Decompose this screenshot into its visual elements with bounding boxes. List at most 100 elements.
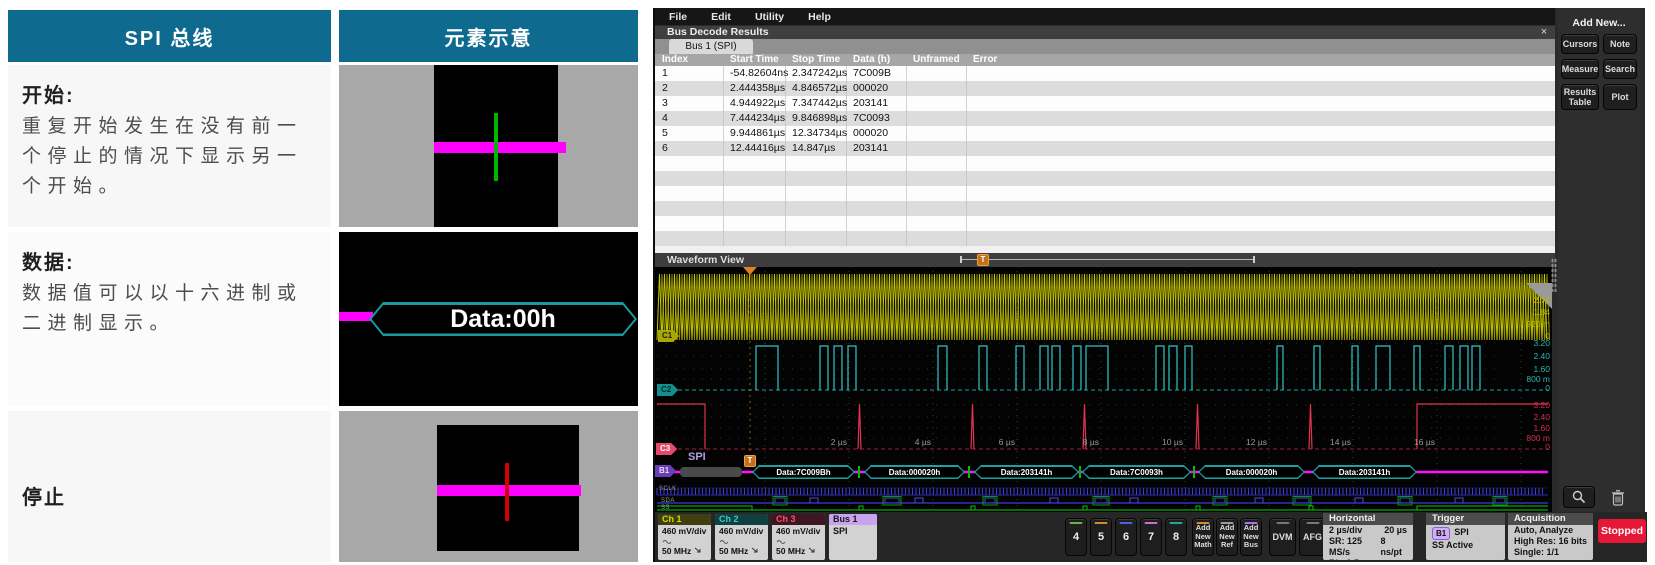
row-body: 重复开始发生在没有前一个停止的情况下显示另一个开始。 xyxy=(22,112,318,202)
stop-marker-red xyxy=(505,463,509,521)
time-tick: 6 µs xyxy=(985,437,1015,447)
add-new-ref-button[interactable]: Add New Ref xyxy=(1216,518,1238,556)
dvm-button[interactable]: DVM xyxy=(1269,518,1296,556)
oscilloscope-app: File Edit Utility Help Bus Decode Result… xyxy=(653,8,1645,562)
results-table-header: Index Start Time Stop Time Data (h) Unfr… xyxy=(655,54,1555,66)
minimap-left-bracket[interactable] xyxy=(960,256,962,263)
time-tick: 16 µs xyxy=(1405,437,1435,447)
scale-ch3: 800 m xyxy=(1506,434,1550,443)
bus-line-magenta xyxy=(434,142,566,153)
minimap-trigger-marker[interactable]: T xyxy=(977,254,989,266)
minimap-right-bracket[interactable] xyxy=(1253,256,1255,263)
row-title: 停止 xyxy=(22,481,321,510)
table-row[interactable]: 22.444358µs 4.846572µs000020 xyxy=(655,81,1555,96)
row-title: 数据: xyxy=(22,246,321,275)
scale-ch3: 3.20 xyxy=(1506,401,1550,410)
menu-bar: File Edit Utility Help xyxy=(655,8,1555,25)
scale-ch3: 2.40 xyxy=(1506,413,1550,422)
measure-button[interactable]: Measure xyxy=(1561,59,1599,79)
add-new-math-button[interactable]: Add New Math xyxy=(1192,518,1214,556)
row-stop-text: 停止 xyxy=(8,411,331,562)
waveform-view-title: Waveform View xyxy=(655,253,1555,267)
start-marker-green xyxy=(494,113,498,181)
spi-reference-table: SPI 总线 元素示意 开始: 重复开始发生在没有前一个停止的情况下显示另一个开… xyxy=(8,10,638,562)
row-body: 数据值可以以十六进制或二进制显示。 xyxy=(22,279,318,339)
data-frame-capsule: Data:00h xyxy=(369,302,637,336)
ch3-badge[interactable]: Ch 3 460 mV/div 50 MHz xyxy=(772,514,825,560)
add-new-bus-button[interactable]: Add New Bus xyxy=(1240,518,1262,556)
channel-7-button[interactable]: 7 xyxy=(1140,518,1162,556)
afg-button[interactable]: AFG xyxy=(1299,518,1326,556)
channel-8-button[interactable]: 8 xyxy=(1165,518,1187,556)
scale-ch1: 2.76 xyxy=(1506,296,1550,305)
table-row[interactable]: 34.944922µs 7.347442µs203141 xyxy=(655,96,1555,111)
cursors-button[interactable]: Cursors xyxy=(1561,34,1599,54)
close-icon[interactable]: × xyxy=(1537,26,1551,39)
tab-bus1-spi[interactable]: Bus 1 (SPI) xyxy=(669,39,753,54)
trigger-panel[interactable]: Trigger B1 SPI SS Active xyxy=(1426,513,1505,560)
zoom-mode-button[interactable] xyxy=(1563,486,1595,508)
time-tick: 10 µs xyxy=(1153,437,1183,447)
bus1-badge[interactable]: Bus 1 SPI xyxy=(829,514,877,560)
time-tick: 8 µs xyxy=(1069,437,1099,447)
results-panel-title: Bus Decode Results xyxy=(655,26,1555,39)
ch1-badge[interactable]: Ch 1 460 mV/div 50 MHz xyxy=(658,514,711,560)
channel-6-button[interactable]: 6 xyxy=(1115,518,1137,556)
bus-line-magenta xyxy=(437,485,581,496)
scale-ch3: 0 xyxy=(1506,443,1550,452)
scale-ch2: 1.60 xyxy=(1506,365,1550,374)
magnifier-icon xyxy=(1572,490,1586,504)
bandwidth-arrow-icon xyxy=(808,547,816,554)
menu-edit[interactable]: Edit xyxy=(711,11,731,23)
minimap-track[interactable] xyxy=(960,259,1255,260)
time-tick: 12 µs xyxy=(1237,437,1267,447)
menu-file[interactable]: File xyxy=(669,11,687,23)
row-start-text: 开始: 重复开始发生在没有前一个停止的情况下显示另一个开始。 xyxy=(8,65,331,227)
channel-5-button[interactable]: 5 xyxy=(1090,518,1112,556)
bandwidth-arrow-icon xyxy=(751,547,759,554)
menu-utility[interactable]: Utility xyxy=(755,11,784,23)
delete-button[interactable] xyxy=(1606,486,1630,508)
channel-4-button[interactable]: 4 xyxy=(1065,518,1087,556)
coupling-icon xyxy=(719,538,729,544)
decoded-frame: Data:000020h xyxy=(864,465,965,479)
data-frame-label: Data:00h xyxy=(372,305,635,334)
bus-name-label: SPI xyxy=(688,451,706,463)
row-data-text: 数据: 数据值可以以十六进制或二进制显示。 xyxy=(8,232,331,406)
bottom-bar: Ch 1 460 mV/div 50 MHz Ch 2 460 mV/div 5… xyxy=(655,512,1647,562)
table-row[interactable]: 1-54.82604ns 2.347242µs7C009B xyxy=(655,66,1555,81)
col-error: Error xyxy=(966,54,1555,66)
horizontal-panel[interactable]: Horizontal 2 µs/div20 µs SR: 125 MS/s8 n… xyxy=(1323,513,1413,560)
acquisition-panel[interactable]: Acquisition Auto, Analyze High Res: 16 b… xyxy=(1508,513,1593,560)
menu-help[interactable]: Help xyxy=(808,11,831,23)
row-stop-illustration xyxy=(339,411,638,562)
scale-ch3: 1.60 xyxy=(1506,424,1550,433)
results-tab-strip xyxy=(655,39,1555,54)
add-new-title: Add New... xyxy=(1558,8,1640,29)
table-row[interactable]: 612.44416µs 14.847µs203141 xyxy=(655,141,1555,156)
col-stop-time: Stop Time xyxy=(785,54,846,66)
col-unframed: Unframed (h) xyxy=(906,54,966,66)
scale-ch1: 920 m xyxy=(1506,320,1550,329)
table-row[interactable]: 59.944861µs 12.34734µs000020 xyxy=(655,126,1555,141)
bus-line-magenta xyxy=(339,312,373,321)
panel-resize-grip[interactable] xyxy=(1551,258,1557,292)
results-table-button[interactable]: Results Table xyxy=(1561,84,1599,110)
table-row[interactable]: 47.444234µs 9.846898µs7C0093 xyxy=(655,111,1555,126)
search-button[interactable]: Search xyxy=(1603,59,1637,79)
digital-label-sclk: SCLK xyxy=(659,486,677,492)
row-title: 开始: xyxy=(22,79,321,108)
col-index: Index xyxy=(655,54,723,66)
add-new-panel: Add New... Cursors Note Measure Search R… xyxy=(1558,8,1640,512)
plot-button[interactable]: Plot xyxy=(1603,84,1637,110)
trash-icon xyxy=(1610,489,1626,506)
bus-trigger-marker[interactable]: T xyxy=(744,455,756,467)
stopped-button[interactable]: Stopped xyxy=(1598,519,1646,543)
scale-ch2: 800 m xyxy=(1506,375,1550,384)
ch2-badge[interactable]: Ch 2 460 mV/div 50 MHz xyxy=(715,514,768,560)
col-start-time: Start Time xyxy=(723,54,785,66)
bandwidth-arrow-icon xyxy=(694,547,702,554)
trigger-position-icon[interactable] xyxy=(743,267,757,275)
table-header-spi-bus: SPI 总线 xyxy=(8,10,331,62)
note-button[interactable]: Note xyxy=(1603,34,1637,54)
